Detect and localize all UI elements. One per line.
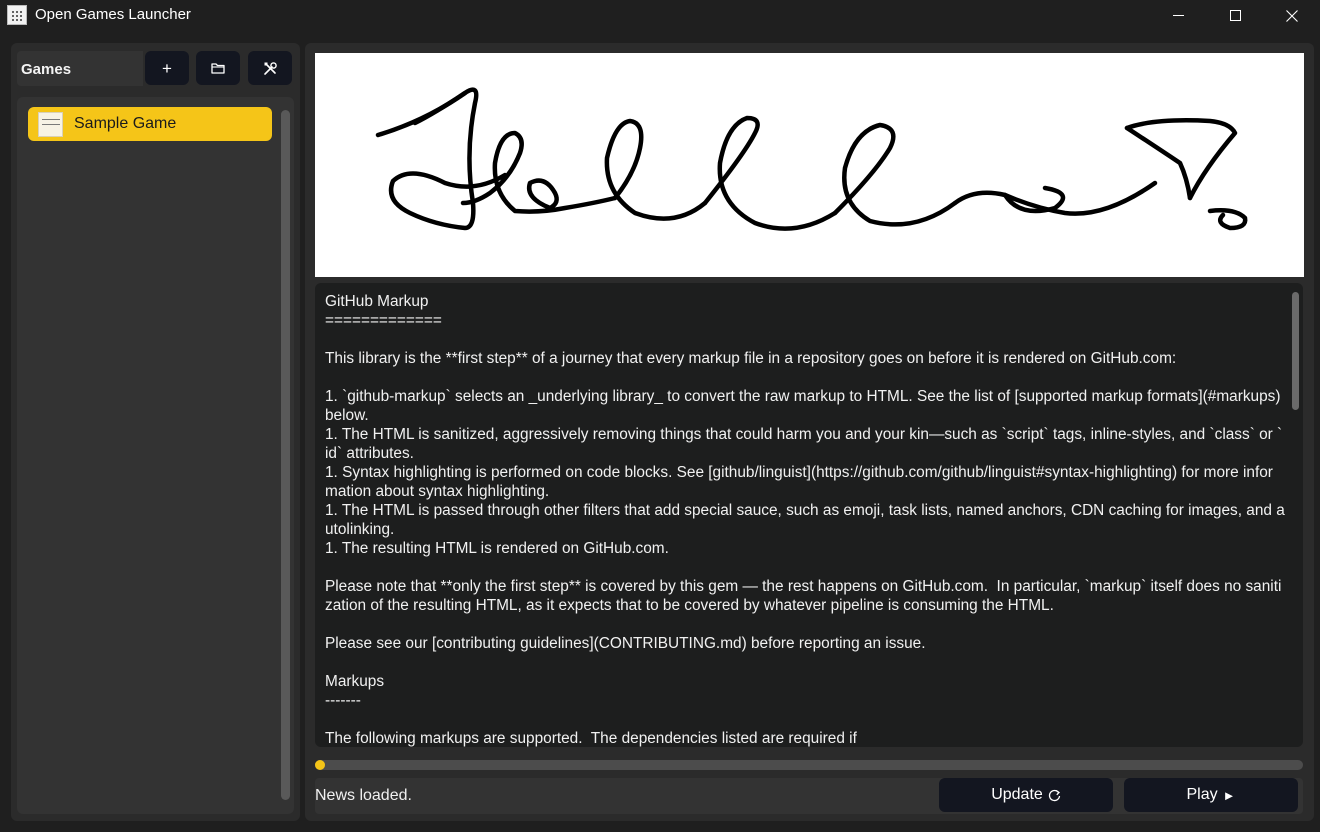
play-button[interactable]: Play ► (1124, 778, 1298, 812)
news-content: GitHub Markup ============= This library… (325, 293, 1285, 747)
list-item-game[interactable]: Sample Game (28, 107, 272, 141)
games-list-scrollbar[interactable] (281, 110, 290, 800)
close-button[interactable] (1264, 0, 1320, 31)
close-icon (1286, 9, 1298, 22)
tools-button[interactable] (248, 51, 292, 85)
status-text: News loaded. (315, 787, 412, 804)
play-icon: ► (1222, 787, 1236, 803)
news-scrollbar[interactable] (1292, 292, 1299, 410)
games-heading: Games (21, 61, 72, 78)
app-icon (7, 5, 27, 25)
plus-icon: + (162, 58, 172, 78)
open-folder-button[interactable] (196, 51, 240, 85)
minimize-icon (1172, 15, 1184, 16)
folder-icon (211, 63, 225, 74)
title-bar: Open Games Launcher (0, 0, 1320, 31)
game-name: Sample Game (74, 115, 177, 132)
play-label: Play (1186, 786, 1218, 803)
banner-artwork (375, 87, 1248, 231)
window-title: Open Games Launcher (35, 6, 191, 23)
maximize-icon (1229, 10, 1241, 21)
games-list (17, 97, 294, 814)
progress-fill (315, 760, 325, 770)
add-game-button[interactable]: + (145, 51, 189, 85)
progress-bar (315, 760, 1303, 770)
game-banner-image (315, 53, 1304, 277)
update-button[interactable]: Update (939, 778, 1113, 812)
maximize-button[interactable] (1207, 0, 1263, 31)
refresh-icon (1048, 789, 1060, 801)
minimize-button[interactable] (1150, 0, 1206, 31)
tools-icon (263, 61, 277, 75)
game-thumbnail (38, 112, 63, 137)
news-panel[interactable]: GitHub Markup ============= This library… (315, 283, 1303, 747)
update-label: Update (991, 786, 1043, 803)
